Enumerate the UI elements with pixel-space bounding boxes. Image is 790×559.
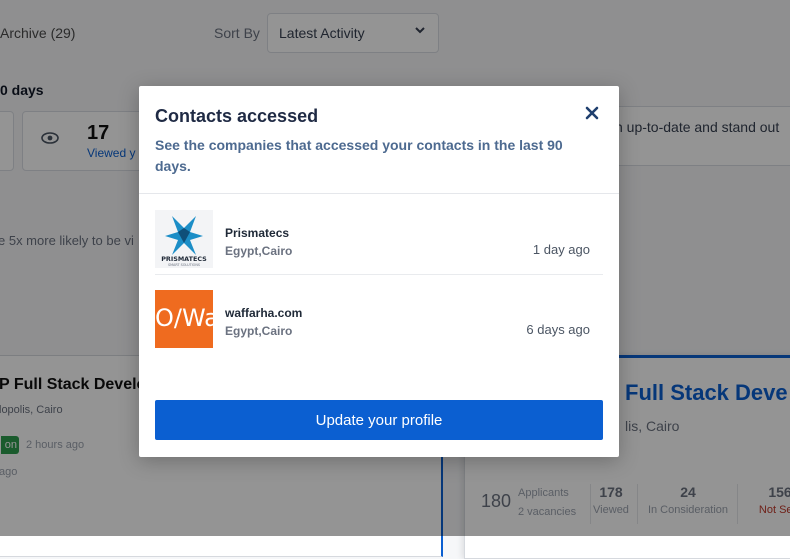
company-name[interactable]: Prismatecs — [225, 226, 289, 240]
company-location: Egypt,Cairo — [225, 324, 293, 338]
divider — [155, 274, 603, 275]
company-item[interactable]: PRISMATECS SMART SOLUTIONS Prismatecs Eg… — [155, 210, 603, 270]
accessed-time: 6 days ago — [526, 322, 590, 337]
prismatecs-logo-sub: SMART SOLUTIONS — [168, 263, 200, 267]
modal-title: Contacts accessed — [155, 106, 319, 126]
modal-description: See the companies that accessed your con… — [155, 137, 563, 174]
company-item[interactable]: O/Wa waffarha.com Egypt,Cairo 6 days ago — [155, 274, 603, 350]
prismatecs-logo: PRISMATECS SMART SOLUTIONS — [155, 210, 213, 268]
waffarha-logo: O/Wa — [155, 290, 219, 348]
company-name[interactable]: waffarha.com — [225, 306, 302, 320]
update-profile-button[interactable]: Update your profile — [155, 400, 603, 440]
close-icon[interactable] — [585, 104, 599, 124]
company-location: Egypt,Cairo — [225, 244, 293, 258]
contacts-accessed-modal: Contacts accessed See the companies that… — [139, 86, 619, 457]
waffarha-logo-text: O/Wa — [155, 304, 219, 332]
accessed-time: 1 day ago — [532, 242, 590, 257]
divider — [139, 193, 619, 194]
prismatecs-logo-text: PRISMATECS — [161, 255, 207, 263]
